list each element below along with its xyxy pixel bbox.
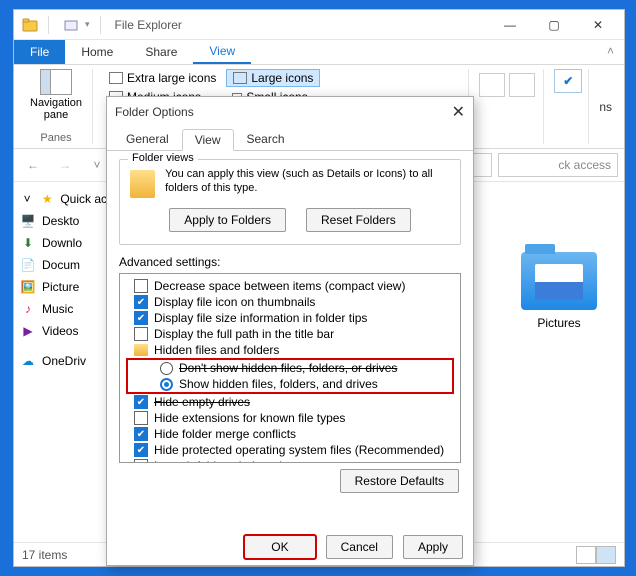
restore-defaults-button[interactable]: Restore Defaults <box>340 469 459 493</box>
qat-dropdown-icon[interactable]: ▾ <box>85 19 90 30</box>
sidebar-item-onedrive[interactable]: ☁OneDriv <box>14 350 113 372</box>
chevron-down-icon: ˅ <box>20 191 34 207</box>
sidebar-item-documents[interactable]: 📄Docum <box>14 254 113 276</box>
group-button[interactable] <box>509 73 535 97</box>
adv-file-icon-thumbnails[interactable]: ✔Display file icon on thumbnails <box>122 294 458 310</box>
sidebar-item-downloads[interactable]: ⬇Downlo <box>14 232 113 254</box>
download-icon: ⬇ <box>20 235 36 251</box>
cloud-icon: ☁ <box>20 353 36 369</box>
item-count: 17 items <box>22 548 67 562</box>
apply-button[interactable]: Apply <box>403 535 463 559</box>
adv-hide-merge-conflicts[interactable]: ✔Hide folder merge conflicts <box>122 426 458 442</box>
sidebar-item-pictures[interactable]: 🖼️Picture <box>14 276 113 298</box>
dlg-tab-view[interactable]: View <box>182 129 234 151</box>
video-icon: ▶ <box>20 323 36 339</box>
dialog-tabs: General View Search <box>107 127 473 151</box>
maximize-button[interactable]: ▢ <box>532 10 576 39</box>
adv-hide-extensions[interactable]: Hide extensions for known file types <box>122 410 458 426</box>
sidebar: ˅ ★ Quick ac 🖥️Deskto ⬇Downlo 📄Docum 🖼️P… <box>14 182 114 542</box>
close-button[interactable]: ✕ <box>576 10 620 39</box>
minimize-button[interactable]: — <box>488 10 532 39</box>
dialog-footer: OK Cancel Apply <box>107 535 473 565</box>
dialog-titlebar: Folder Options ✕ <box>107 97 473 127</box>
view-details-button[interactable] <box>576 546 596 564</box>
adv-hide-protected-os[interactable]: ✔Hide protected operating system files (… <box>122 442 458 458</box>
folder-label: Pictures <box>537 316 580 330</box>
show-checkbox-button[interactable]: ✔ <box>554 69 582 93</box>
explorer-icon <box>22 17 38 33</box>
music-icon: ♪ <box>20 301 36 317</box>
view-large-button[interactable] <box>596 546 616 564</box>
folder-views-text: You can apply this view (such as Details… <box>165 168 450 196</box>
titlebar: ▾ File Explorer — ▢ ✕ <box>14 10 624 40</box>
folder-options-dialog: Folder Options ✕ General View Search Fol… <box>106 96 474 566</box>
star-icon: ★ <box>40 191 54 207</box>
ribbon-tabs: File Home Share View ˄ <box>14 40 624 65</box>
advanced-settings-label: Advanced settings: <box>119 255 461 269</box>
folder-small-icon <box>134 344 148 356</box>
tab-view[interactable]: View <box>193 40 251 64</box>
layout-extra-large[interactable]: Extra large icons <box>103 69 222 87</box>
search-box[interactable]: ck access <box>498 153 618 177</box>
qat-icon[interactable] <box>63 17 79 33</box>
panes-label: Panes <box>40 132 71 144</box>
tab-file[interactable]: File <box>14 40 65 64</box>
adv-decrease-space[interactable]: Decrease space between items (compact vi… <box>122 278 458 294</box>
adv-hidden-group: Hidden files and folders <box>122 342 458 358</box>
dialog-title: Folder Options <box>115 105 194 119</box>
sidebar-item-videos[interactable]: ▶Videos <box>14 320 113 342</box>
cancel-button[interactable]: Cancel <box>326 535 393 559</box>
adv-full-path-title[interactable]: Display the full path in the title bar <box>122 326 458 342</box>
reset-folders-button[interactable]: Reset Folders <box>306 208 411 232</box>
dialog-close-button[interactable]: ✕ <box>452 102 465 122</box>
ok-button[interactable]: OK <box>244 535 315 559</box>
picture-icon: 🖼️ <box>20 279 36 295</box>
advanced-settings-list[interactable]: Decrease space between items (compact vi… <box>119 273 461 463</box>
sort-button[interactable] <box>479 73 505 97</box>
desktop-icon: 🖥️ <box>20 213 36 229</box>
dlg-tab-search[interactable]: Search <box>234 128 298 150</box>
dlg-tab-general[interactable]: General <box>113 128 182 150</box>
adv-hide-empty-drives[interactable]: ✔Hide empty drives <box>122 394 458 410</box>
panes-group: Navigation pane Panes <box>20 69 93 144</box>
forward-button[interactable]: → <box>52 152 78 178</box>
adv-dont-show-hidden[interactable]: Don't show hidden files, folders, or dri… <box>130 360 450 376</box>
sidebar-quick-access[interactable]: ˅ ★ Quick ac <box>14 188 113 210</box>
pictures-folder-icon <box>521 252 597 310</box>
tab-home[interactable]: Home <box>65 40 129 64</box>
window-title: File Explorer <box>115 18 182 32</box>
apply-to-folders-button[interactable]: Apply to Folders <box>169 208 286 232</box>
document-icon: 📄 <box>20 257 36 273</box>
folder-item-pictures[interactable]: Pictures <box>504 252 614 330</box>
tab-share[interactable]: Share <box>129 40 193 64</box>
options-label-trunc: ns <box>599 100 612 114</box>
folder-icon <box>130 170 155 198</box>
sidebar-item-desktop[interactable]: 🖥️Deskto <box>14 210 113 232</box>
folder-views-label: Folder views <box>128 152 198 164</box>
sidebar-item-music[interactable]: ♪Music <box>14 298 113 320</box>
navigation-pane-button[interactable]: Navigation pane <box>26 69 86 121</box>
back-button[interactable]: ← <box>20 152 46 178</box>
adv-show-hidden[interactable]: Show hidden files, folders, and drives <box>130 376 450 392</box>
folder-views-group: Folder views You can apply this view (su… <box>119 159 461 245</box>
ribbon-collapse-icon[interactable]: ˄ <box>597 40 624 64</box>
layout-large[interactable]: Large icons <box>226 69 320 87</box>
adv-file-size-tips[interactable]: ✔Display file size information in folder… <box>122 310 458 326</box>
